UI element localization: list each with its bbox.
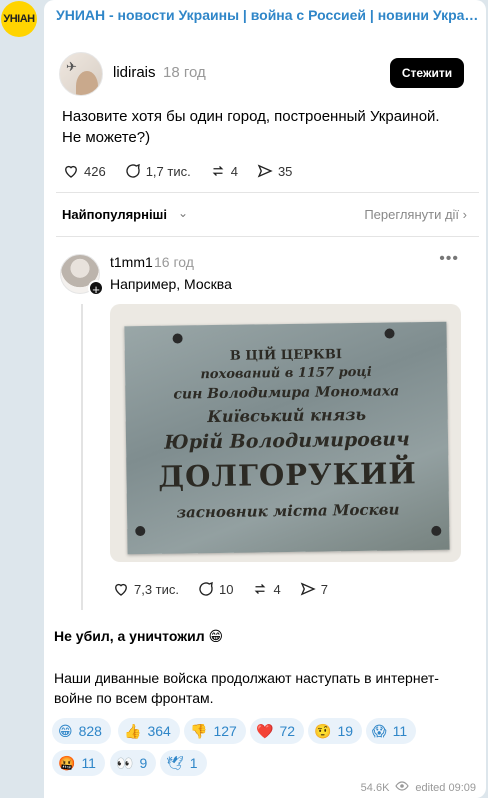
edited-label: edited	[415, 781, 446, 794]
post-likes-count: 426	[84, 163, 106, 179]
reaction-button[interactable]: 👍 364	[118, 718, 180, 744]
reply-comments: 10	[197, 580, 233, 598]
sort-row: Найпопулярніші ⌄ Переглянути дії ›	[62, 204, 467, 228]
reaction-button[interactable]: 👀 9	[110, 750, 157, 776]
reply-shares: 7	[299, 580, 328, 598]
plaque-line: Київський князь	[207, 404, 367, 427]
reply-comments-count: 10	[219, 581, 234, 597]
memorial-plaque: В ЦІЙ ЦЕРКВІ похований в 1157 році син В…	[124, 321, 450, 555]
more-icon: •••	[439, 250, 459, 267]
reaction-button[interactable]: 😁 828	[52, 718, 111, 744]
message-bubble: УНИАН - новости Украины | война с Россие…	[44, 0, 486, 798]
post-header: ✈ lidirais 18 год Стежити	[56, 52, 479, 100]
divider	[56, 236, 479, 237]
comment-icon	[199, 581, 213, 596]
plaque-line: похований в 1157 році	[200, 364, 372, 383]
channel-name[interactable]: УНИАН - новости Украины | война с Россие…	[56, 7, 481, 23]
repost-icon	[212, 166, 224, 176]
reply-likes-count: 7,3 тис.	[134, 581, 180, 597]
reaction-button[interactable]: 🤨 19	[308, 718, 363, 744]
reply-reposts-count: 4	[273, 581, 281, 597]
plaque-line: засновник міста Москви	[176, 500, 400, 522]
threads-screenshot: ✈ lidirais 18 год Стежити Назовите хотя …	[56, 34, 479, 610]
reply-username: t1mm1	[110, 254, 153, 270]
plus-icon: +	[88, 280, 104, 297]
reaction-button[interactable]: 👎 127	[184, 718, 246, 744]
post-username: lidirais	[113, 64, 156, 81]
post-comments: 1,7 тис.	[124, 162, 191, 180]
reaction-button[interactable]: 😱 11	[366, 718, 417, 744]
heart-icon	[115, 583, 127, 596]
reaction-button[interactable]: ❤️ 72	[250, 718, 305, 744]
reaction-button[interactable]: 🕊 1	[160, 750, 207, 776]
chevron-down-icon: ⌄	[178, 206, 189, 220]
post-time: 18 год	[163, 64, 206, 81]
reply-time: 16 год	[154, 254, 194, 270]
plaque-photo: В ЦІЙ ЦЕРКВІ похований в 1157 році син В…	[110, 304, 461, 562]
screw	[172, 333, 183, 344]
message-time: 09:09	[448, 781, 476, 794]
reply-likes: 7,3 тис.	[112, 580, 179, 598]
views-count: 54.6K	[360, 781, 390, 794]
sort-label: Найпопулярніші	[62, 207, 168, 222]
view-activity-link: Переглянути дії ›	[364, 207, 467, 222]
screw	[384, 328, 395, 339]
reply-reposts: 4	[251, 580, 281, 598]
plaque-line: син Володимира Мономаха	[173, 383, 400, 403]
post-shares-count: 35	[277, 163, 293, 179]
thread-line	[81, 304, 83, 610]
reply-text: Например, Москва	[110, 276, 232, 292]
reply-shares-count: 7	[320, 581, 328, 597]
channel-avatar[interactable]: УНІАН	[1, 1, 37, 37]
post-likes: 426	[62, 162, 106, 180]
post-shares: 35	[256, 162, 292, 180]
view-activity-label: Переглянути дії	[364, 207, 460, 222]
reply-header: + t1mm1 16 год ••• Например, Москва	[56, 250, 479, 298]
plaque-line: Юрій Володимирович	[164, 428, 410, 454]
screw	[135, 525, 146, 537]
plaque-line: ДОЛГОРУКИЙ	[158, 456, 417, 494]
reply-stats: 7,3 тис. 10 4 7	[112, 578, 346, 600]
repost-icon	[255, 584, 266, 594]
message-body: Наши диванные войска продолжают наступат…	[54, 670, 439, 706]
share-icon	[300, 582, 316, 596]
channel-avatar-label: УНІАН	[3, 13, 35, 25]
post-comments-count: 1,7 тис.	[145, 163, 191, 179]
message-meta: 54.6K edited 09:09	[361, 781, 476, 794]
eye-icon	[395, 781, 410, 794]
reaction-button[interactable]: 🤬 11	[52, 750, 105, 776]
post-stats: 426 1,7 тис. 4 35	[62, 160, 310, 182]
post-reposts-count: 4	[230, 163, 238, 179]
post-reposts: 4	[209, 162, 238, 180]
message-headline: Не убил, а уничтожил 😁	[54, 628, 224, 644]
comment-icon	[126, 163, 140, 178]
follow-button: Стежити	[390, 58, 464, 88]
divider	[56, 192, 479, 193]
plaque-line: В ЦІЙ ЦЕРКВІ	[229, 347, 342, 364]
heart-icon	[65, 165, 77, 178]
screw	[431, 525, 442, 536]
post-author-avatar: ✈	[59, 52, 103, 96]
share-icon	[257, 164, 273, 178]
post-text: Назовите хотя бы один город, построенный…	[62, 108, 440, 146]
